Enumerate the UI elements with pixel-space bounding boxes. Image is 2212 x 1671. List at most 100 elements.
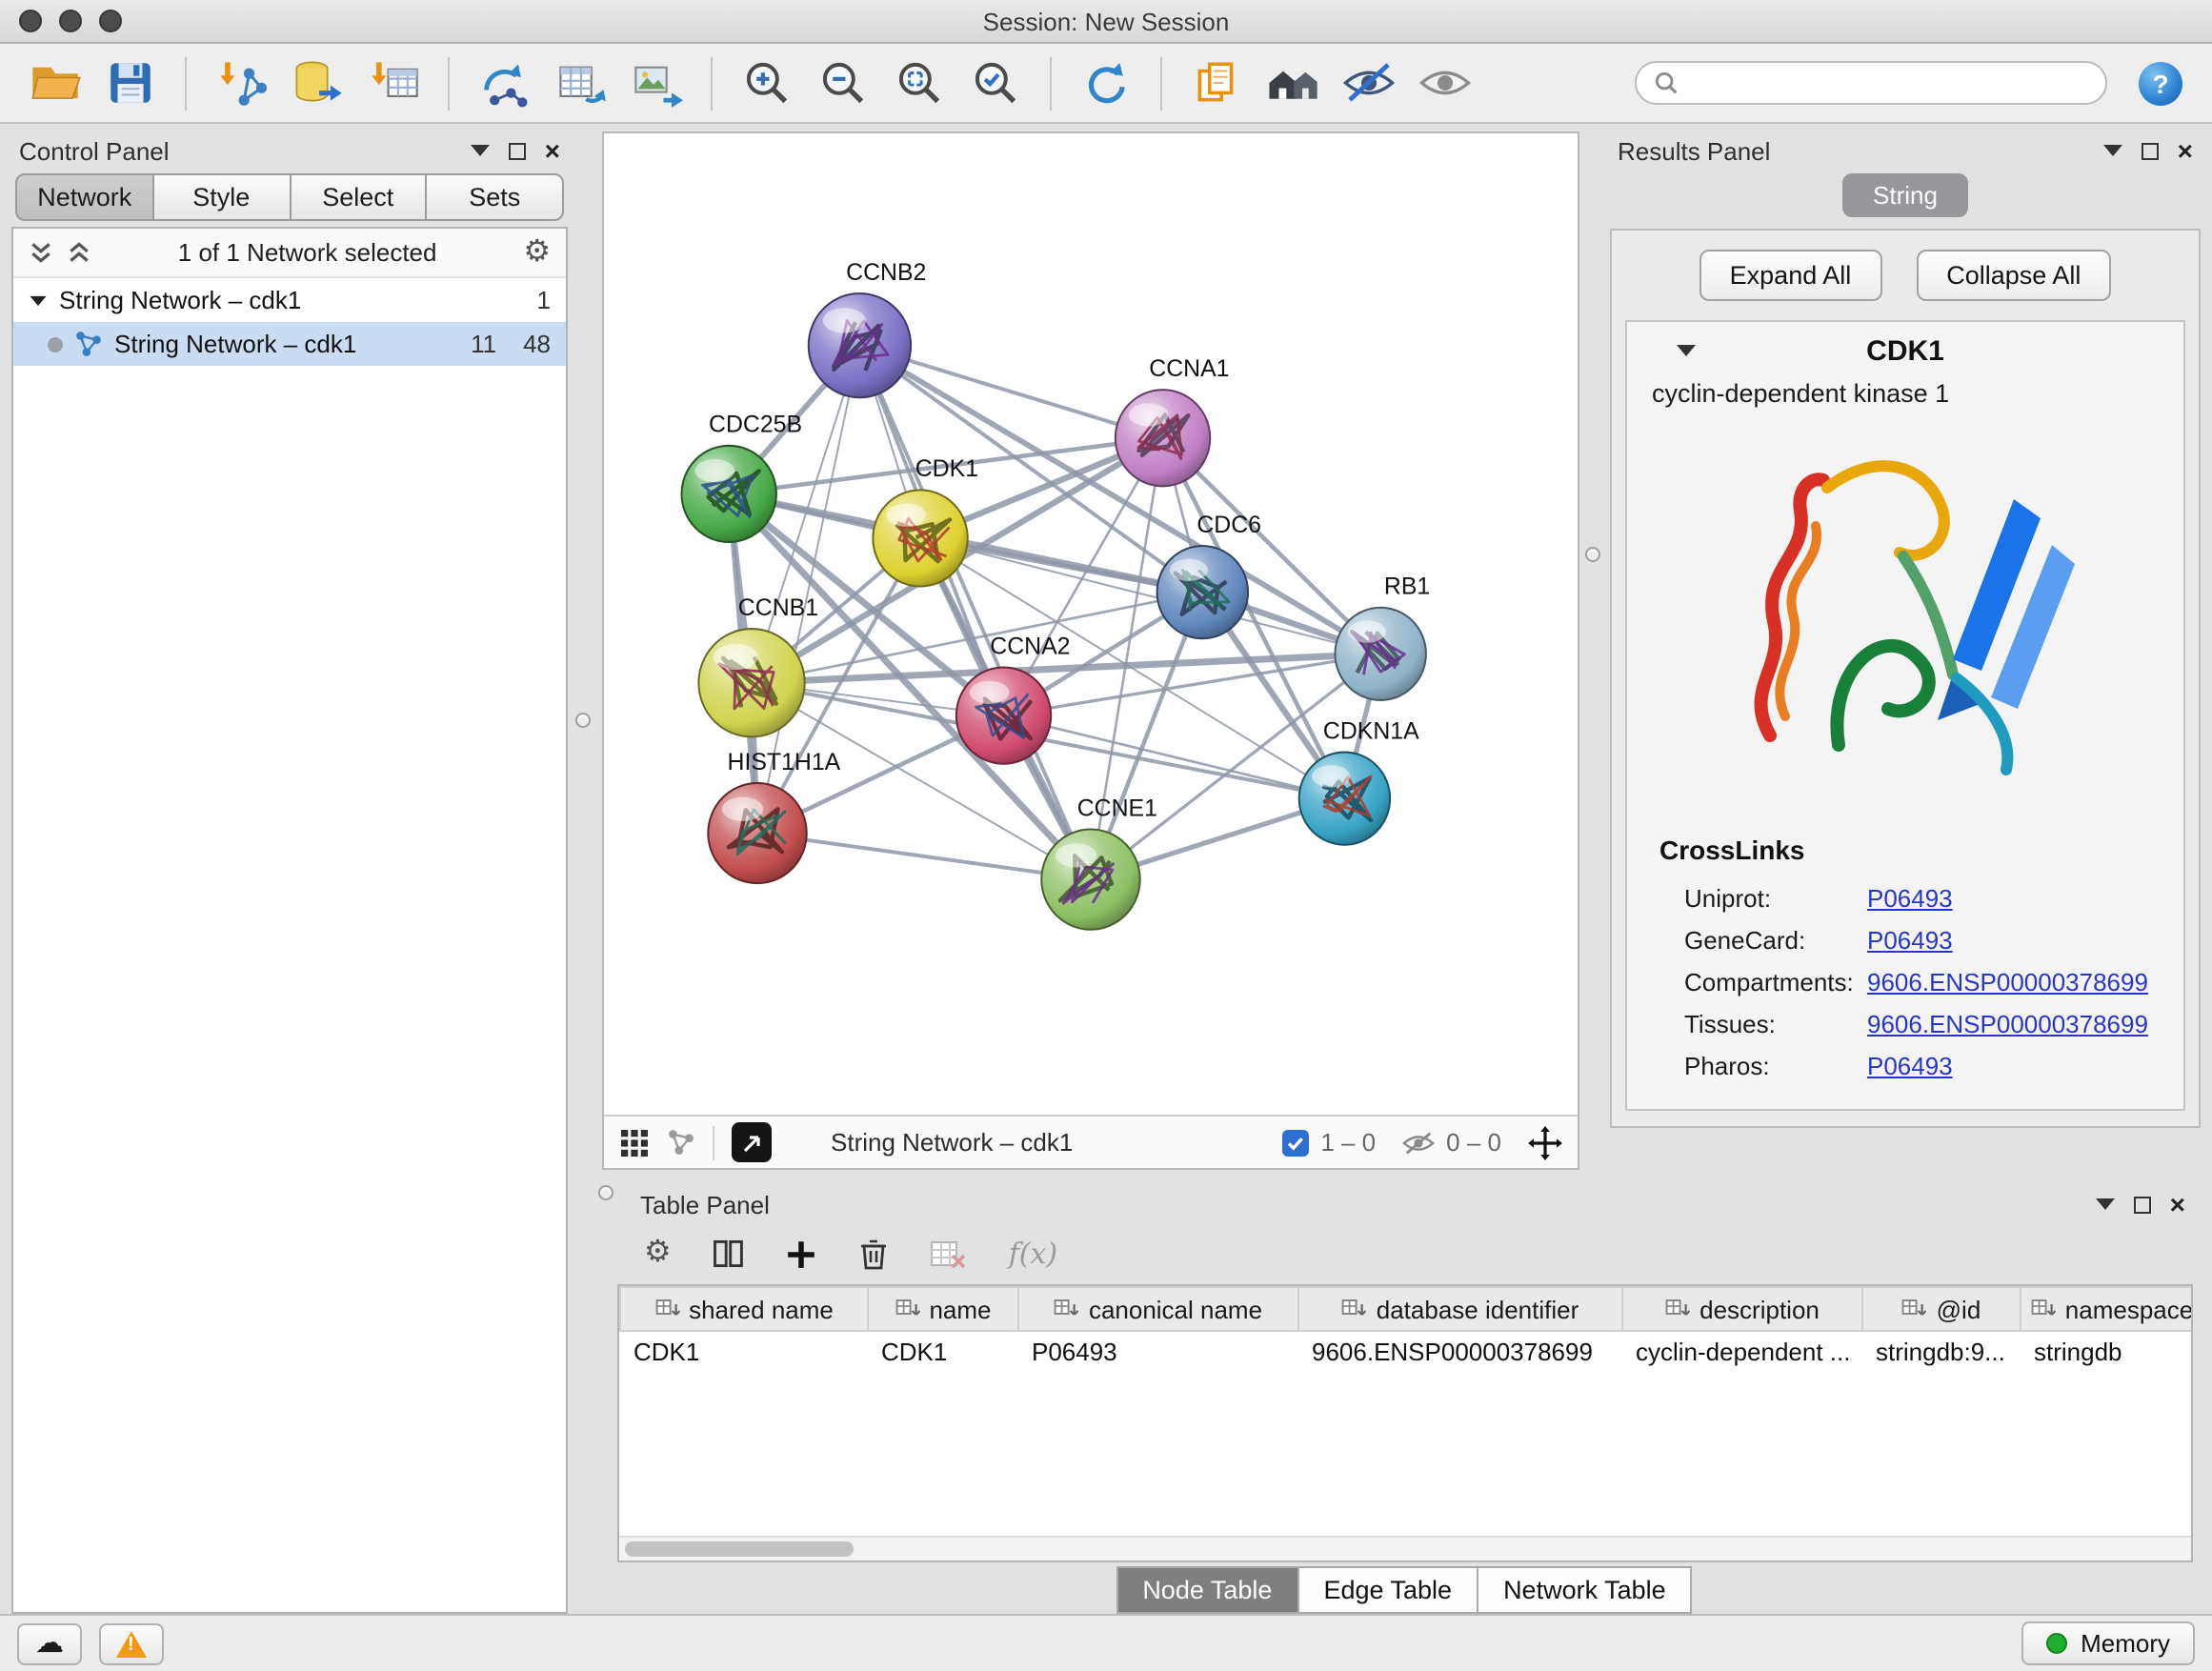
tab-edge-table[interactable]: Edge Table [1297, 1566, 1478, 1614]
save-session-button[interactable] [95, 50, 166, 115]
column-header-id[interactable]: @id [1862, 1287, 2021, 1331]
gear-icon[interactable]: ⚙ [644, 1238, 672, 1269]
crosslink-row: Compartments: 9606.ENSP00000378699 [1627, 960, 2183, 1002]
tab-node-table[interactable]: Node Table [1116, 1566, 1298, 1614]
documents-button[interactable] [1181, 50, 1252, 115]
toolbar-separator [185, 56, 187, 110]
collapse-all-icon[interactable] [29, 240, 53, 265]
network-canvas[interactable]: CCNB2CCNA1CDC25BCDK1CDC6RB1CCNB1CCNA2CDK… [604, 133, 1578, 1115]
export-image-button[interactable] [621, 50, 692, 115]
grid-view-icon[interactable] [619, 1127, 650, 1158]
import-network-from-database-button[interactable] [282, 50, 352, 115]
gear-icon[interactable]: ⚙ [523, 237, 551, 268]
vertical-splitter-right[interactable] [1579, 131, 1610, 1170]
collapse-all-button[interactable]: Collapse All [1916, 250, 2111, 301]
memory-button[interactable]: Memory [2021, 1621, 2195, 1665]
tree-expander-icon[interactable] [30, 295, 47, 305]
apply-layout-button[interactable] [1071, 50, 1141, 115]
cell-namespace[interactable]: stringdb [2021, 1331, 2193, 1373]
cloud-button[interactable]: ☁ [17, 1622, 82, 1664]
zoom-fit-button[interactable] [884, 50, 955, 115]
expand-all-button[interactable]: Expand All [1699, 250, 1882, 301]
collapse-panel-icon[interactable] [2103, 145, 2122, 156]
network-view-icon[interactable] [667, 1128, 695, 1157]
splitter-handle[interactable] [1585, 547, 1600, 562]
table-row[interactable]: CDK1 CDK1 P06493 9606.ENSP00000378699 cy… [620, 1331, 2193, 1373]
column-header-description[interactable]: description [1622, 1287, 1862, 1331]
float-panel-icon[interactable] [2142, 142, 2159, 159]
section-expander-icon[interactable] [1677, 345, 1696, 356]
cell-shared-name[interactable]: CDK1 [620, 1331, 868, 1373]
crosslink-link[interactable]: P06493 [1867, 1051, 1953, 1079]
column-header-name[interactable]: name [868, 1287, 1018, 1331]
open-session-button[interactable] [19, 50, 90, 115]
delete-icon[interactable] [858, 1237, 891, 1271]
network-collection-row[interactable]: String Network – cdk1 1 [13, 278, 566, 322]
network-node-CDC25B[interactable]: CDC25B [682, 411, 803, 542]
close-window-button[interactable] [19, 10, 42, 32]
cell-id[interactable]: stringdb:9... [1862, 1331, 2021, 1373]
float-panel-icon[interactable] [2134, 1196, 2151, 1213]
crosslink-link[interactable]: 9606.ENSP00000378699 [1867, 1009, 2148, 1037]
table-empty-area [619, 1373, 2191, 1536]
column-header-namespace[interactable]: namespace [2021, 1287, 2193, 1331]
column-header-shared-name[interactable]: shared name [620, 1287, 868, 1331]
crosslink-link[interactable]: 9606.ENSP00000378699 [1867, 967, 2148, 996]
zoom-selected-button[interactable] [960, 50, 1031, 115]
tab-network[interactable]: Network [15, 173, 154, 221]
hide-annotations-button[interactable] [1334, 50, 1404, 115]
hidden-eye-slash-icon[interactable] [1402, 1129, 1435, 1156]
import-network-from-file-button[interactable] [206, 50, 276, 115]
network-row[interactable]: String Network – cdk1 11 48 [13, 322, 566, 366]
cell-canonical-name[interactable]: P06493 [1018, 1331, 1298, 1373]
tab-network-table[interactable]: Network Table [1477, 1566, 1693, 1614]
network-node-CCNA1[interactable]: CCNA1 [1116, 355, 1230, 487]
collapse-panel-icon[interactable] [471, 145, 490, 156]
column-header-database-identifier[interactable]: database identifier [1298, 1287, 1622, 1331]
close-panel-icon[interactable]: × [2178, 137, 2193, 164]
show-annotations-button[interactable] [1410, 50, 1480, 115]
splitter-handle[interactable] [598, 1185, 613, 1200]
network-node-CDKN1A[interactable]: CDKN1A [1299, 717, 1419, 844]
search-box [1635, 61, 2107, 105]
minimize-window-button[interactable] [59, 10, 82, 32]
selected-nodes-icon[interactable] [1282, 1129, 1309, 1156]
tab-select[interactable]: Select [289, 173, 428, 221]
cell-description[interactable]: cyclin-dependent ... [1622, 1331, 1862, 1373]
search-input[interactable] [1690, 69, 2088, 97]
network-node-CCNB1[interactable]: CCNB1 [698, 594, 818, 737]
zoom-out-button[interactable] [808, 50, 878, 115]
home-button[interactable] [1257, 50, 1328, 115]
import-table-from-file-button[interactable] [358, 50, 429, 115]
splitter-handle[interactable] [575, 713, 591, 728]
network-node-HIST1H1A[interactable]: HIST1H1A [708, 749, 840, 884]
zoom-in-button[interactable] [732, 50, 802, 115]
tab-style[interactable]: Style [152, 173, 292, 221]
columns-icon[interactable] [712, 1237, 746, 1271]
crosslink-link[interactable]: P06493 [1867, 883, 1953, 912]
horizontal-scrollbar[interactable] [619, 1536, 2191, 1560]
expand-all-icon[interactable] [67, 240, 91, 265]
network-node-RB1[interactable]: RB1 [1335, 573, 1430, 699]
cell-database-identifier[interactable]: 9606.ENSP00000378699 [1298, 1331, 1622, 1373]
pan-move-icon[interactable] [1528, 1125, 1562, 1159]
network-graph[interactable]: CCNB2CCNA1CDC25BCDK1CDC6RB1CCNB1CCNA2CDK… [604, 133, 1578, 1115]
close-panel-icon[interactable]: × [545, 137, 560, 164]
column-header-canonical-name[interactable]: canonical name [1018, 1287, 1298, 1331]
warnings-button[interactable] [99, 1622, 164, 1664]
help-button[interactable]: ? [2136, 58, 2185, 108]
collapse-panel-icon[interactable] [2096, 1198, 2115, 1210]
scrollbar-thumb[interactable] [625, 1541, 854, 1557]
close-panel-icon[interactable]: × [2170, 1191, 2185, 1218]
add-column-icon[interactable] [786, 1238, 818, 1270]
results-tab-string[interactable]: String [1842, 173, 1968, 217]
new-table-button[interactable] [545, 50, 615, 115]
tab-sets[interactable]: Sets [426, 173, 565, 221]
crosslink-link[interactable]: P06493 [1867, 925, 1953, 954]
cell-name[interactable]: CDK1 [868, 1331, 1018, 1373]
new-network-from-selection-button[interactable] [469, 50, 539, 115]
vertical-splitter-left[interactable] [568, 131, 602, 1170]
zoom-window-button[interactable] [99, 10, 122, 32]
detach-view-button[interactable] [732, 1122, 772, 1162]
float-panel-icon[interactable] [509, 142, 526, 159]
